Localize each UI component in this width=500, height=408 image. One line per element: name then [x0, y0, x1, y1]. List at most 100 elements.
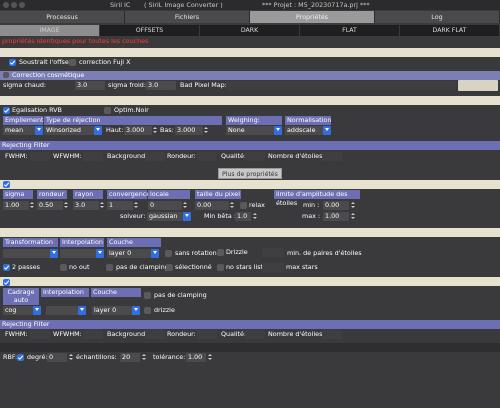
amplitude-min-spinner[interactable] [351, 201, 355, 210]
min-beta-spinner[interactable] [253, 212, 257, 221]
zoom-window-icon[interactable] [19, 2, 25, 8]
rbf-samples-spinner[interactable] [142, 353, 146, 362]
sigma-cold-input[interactable]: 3.0 [146, 81, 176, 90]
rbf-degree-checkbox[interactable] [17, 354, 24, 361]
roundness-spinner[interactable] [64, 201, 68, 210]
low-input[interactable]: 3.000 [175, 126, 203, 135]
min-pairs-input[interactable] [262, 248, 284, 257]
high-spinner[interactable] [153, 126, 157, 135]
quality-input[interactable] [245, 152, 265, 161]
amplitude-max-label: max : [302, 212, 321, 220]
pixel-size-input[interactable]: 0.00 [195, 201, 229, 210]
rejection-type-select[interactable]: Winsorized [44, 126, 102, 135]
stacking-method-select[interactable]: mean [3, 126, 43, 135]
tab-log[interactable]: Log [375, 11, 500, 23]
framing-interpolation-select[interactable] [46, 306, 86, 315]
no-clamping-label: pas de clamping [116, 263, 169, 271]
roundness-label-2: Rondeur: [167, 330, 196, 338]
wfwhm-input[interactable] [83, 152, 103, 161]
weighing-select[interactable]: None [226, 126, 282, 135]
radius-spinner[interactable] [100, 201, 104, 210]
framing-drizzle-checkbox[interactable] [144, 307, 151, 314]
stars-count-label-2: Nombre d'étoiles: [268, 330, 325, 338]
sigma-hot-label: sigma chaud: [3, 81, 47, 89]
selected-checkbox[interactable] [166, 264, 173, 271]
close-window-icon[interactable] [3, 2, 9, 8]
roundness-input[interactable]: 0.50 [37, 201, 63, 210]
stars-count-input-2[interactable] [322, 330, 342, 339]
low-spinner[interactable] [204, 126, 208, 135]
tab-fichiers[interactable]: Fichiers [125, 11, 250, 23]
cosmetic-checkbox[interactable] [3, 72, 9, 78]
rbf-tolerance-spinner[interactable] [208, 353, 212, 362]
interpolation-select[interactable] [60, 249, 104, 258]
rbf-samples-input[interactable]: 20 [120, 353, 140, 362]
roundness-input-2[interactable] [197, 330, 217, 339]
tab-flat[interactable]: FLAT [300, 25, 400, 36]
amplitude-max-input[interactable]: 1.00 [323, 212, 349, 221]
wfwhm-input-2[interactable] [83, 330, 103, 339]
relax-checkbox[interactable] [240, 202, 247, 209]
fwhm-input-2[interactable] [30, 330, 50, 339]
tab-dark[interactable]: DARK [200, 25, 300, 36]
low-label: Bas: [160, 126, 174, 134]
tab-processus[interactable]: Processus [0, 11, 125, 23]
min-beta-input[interactable]: 1.0 [235, 212, 251, 221]
local-input[interactable]: 0 [148, 201, 182, 210]
sigma-input[interactable]: 1.00 [3, 201, 29, 210]
background-label: Background: [107, 152, 148, 160]
star-detection-checkbox[interactable] [3, 181, 10, 188]
bad-pixel-browse-button[interactable] [458, 80, 498, 91]
stars-count-label: Nombre d'étoiles: [268, 152, 325, 160]
no-stars-list-checkbox[interactable] [217, 264, 224, 271]
rbf-tolerance-input[interactable]: 1.00 [186, 353, 206, 362]
optim-noir-checkbox[interactable] [104, 107, 111, 114]
tab-proprietes[interactable]: Propriétés [250, 11, 375, 23]
framing-method-select[interactable]: cog [3, 306, 41, 315]
bad-pixel-input[interactable] [226, 81, 456, 90]
two-pass-checkbox[interactable] [3, 264, 10, 271]
solver-select[interactable]: gaussian [147, 212, 191, 221]
framing-no-clamping-checkbox[interactable] [144, 292, 151, 299]
tab-image[interactable]: IMAGE [0, 25, 100, 36]
convergence-input[interactable]: 1 [107, 201, 133, 210]
rbf-degree-input[interactable]: 0 [47, 353, 67, 362]
local-spinner[interactable] [183, 201, 187, 210]
convergence-spinner[interactable] [134, 201, 138, 210]
amplitude-max-spinner[interactable] [351, 212, 355, 221]
subtract-offset-checkbox[interactable] [9, 59, 16, 66]
radius-input[interactable]: 3.0 [73, 201, 99, 210]
high-input[interactable]: 3.000 [124, 126, 152, 135]
framing-checkbox[interactable] [3, 279, 10, 286]
sigma-spinner[interactable] [30, 201, 34, 210]
no-clamping-checkbox[interactable] [106, 264, 113, 271]
background-input-2[interactable] [145, 330, 165, 339]
no-rotation-checkbox[interactable] [165, 250, 172, 257]
layer-select[interactable]: layer 0 [107, 249, 159, 258]
no-out-checkbox[interactable] [60, 264, 67, 271]
drizzle-checkbox[interactable] [217, 249, 224, 256]
sigma-hot-input[interactable]: 3.0 [75, 81, 105, 90]
quality-label: Qualité: [221, 152, 247, 160]
framing-layer-select[interactable]: layer 0 [92, 306, 140, 315]
rbf-tolerance-label: tolérance: [153, 353, 186, 361]
fwhm-input[interactable] [30, 152, 50, 161]
transformation-select[interactable] [3, 249, 58, 258]
roundness-input[interactable] [197, 152, 217, 161]
pixel-size-spinner[interactable] [230, 201, 234, 210]
quality-input-2[interactable] [245, 330, 265, 339]
amplitude-min-input[interactable]: 0.00 [323, 201, 349, 210]
stars-count-input[interactable] [322, 152, 342, 161]
chevron-down-icon [94, 126, 102, 135]
section-divider [0, 180, 500, 189]
minimize-window-icon[interactable] [11, 2, 17, 8]
fuji-correction-checkbox[interactable] [69, 59, 76, 66]
max-stars-input[interactable] [262, 263, 284, 272]
tab-offsets[interactable]: OFFSETS [100, 25, 200, 36]
chevron-down-icon [35, 126, 43, 135]
tab-dark-flat[interactable]: DARK FLAT [400, 25, 500, 36]
normalisation-select[interactable]: addscale [285, 126, 331, 135]
rgb-equalization-checkbox[interactable] [3, 107, 10, 114]
rbf-degree-spinner[interactable] [69, 353, 73, 362]
background-input[interactable] [145, 152, 165, 161]
